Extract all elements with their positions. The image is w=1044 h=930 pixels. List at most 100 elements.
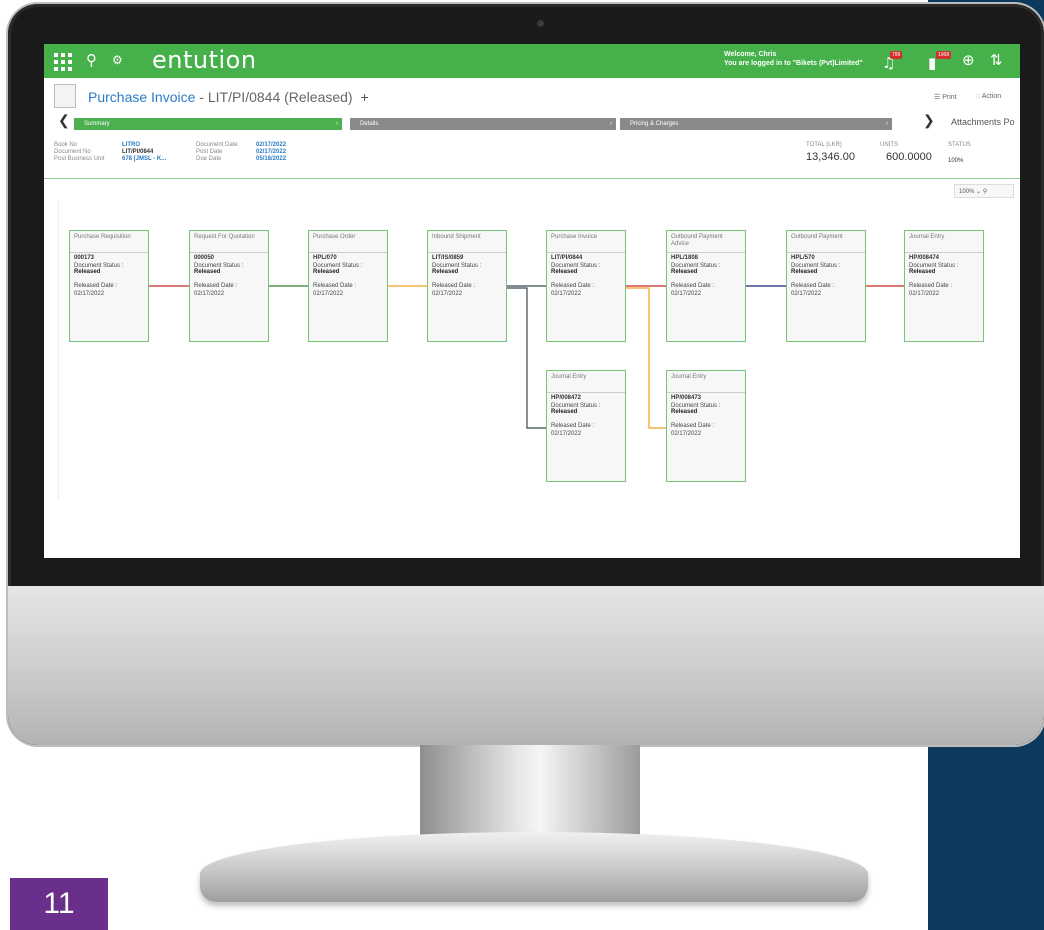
search-icon[interactable]: ⚲	[86, 51, 97, 69]
add-tab-button[interactable]: +	[360, 89, 368, 105]
link-pi-je	[626, 287, 666, 429]
documents-badge: 1068	[936, 51, 952, 59]
node-released-date: 02/17/2022	[909, 291, 940, 297]
welcome-text: Welcome, Chris You are logged in to "Bik…	[724, 50, 863, 68]
node-status-label: Document Status :	[74, 263, 124, 269]
node-title: Inbound Shipment	[428, 231, 506, 253]
node-outbound-payment[interactable]: Outbound Payment HPL/570 Document Status…	[786, 230, 866, 342]
total-label: TOTAL (LKR)	[806, 142, 842, 148]
app-grid-icon[interactable]	[54, 53, 72, 71]
action-button[interactable]: ◌ Action	[976, 93, 1001, 100]
post-date-label: Post Date	[196, 149, 223, 155]
node-request-for-quotation[interactable]: Request For Quotation 000050 Document St…	[189, 230, 269, 342]
node-released-date: 02/17/2022	[551, 291, 582, 297]
node-released-label: Released Date :	[551, 283, 595, 289]
node-released-label: Released Date :	[74, 283, 118, 289]
book-no-value: LITRO	[122, 142, 140, 148]
step-summary[interactable]: Summary ›	[74, 118, 342, 130]
step-pricing[interactable]: Pricing & Charges ›	[620, 118, 892, 130]
node-purchase-requisition[interactable]: Purchase Requisition 000173 Document Sta…	[69, 230, 149, 342]
node-released-date: 02/17/2022	[551, 431, 582, 437]
node-purchase-invoice[interactable]: Purchase Invoice LIT/PI/0844 Document St…	[546, 230, 626, 342]
node-number: HP/008474	[909, 255, 940, 261]
welcome-name: Welcome, Chris	[724, 51, 777, 58]
node-title: Journal Entry	[667, 371, 745, 393]
link-is-je	[507, 287, 546, 429]
entution-logo: entution	[152, 46, 257, 74]
node-title: Purchase Invoice	[547, 231, 625, 253]
node-title: Request For Quotation	[190, 231, 268, 253]
node-title: Purchase Order	[309, 231, 387, 253]
node-status-label: Document Status :	[194, 263, 244, 269]
help-icon[interactable]: ⊕	[962, 51, 975, 69]
step-navigation: ❮ Summary › Details › Pricing & Charges …	[44, 112, 1020, 130]
next-arrow-icon[interactable]: ❯	[923, 112, 935, 129]
node-purchase-order[interactable]: Purchase Order HPL/070 Document Status :…	[308, 230, 388, 342]
top-bar: ⚲ ⚙ entution Welcome, Chris You are logg…	[44, 44, 1020, 78]
page-title-type: Purchase Invoice	[88, 89, 196, 105]
node-journal-entry-3[interactable]: Journal Entry HP/008473 Document Status …	[666, 370, 746, 482]
doc-date-label: Document Date	[196, 142, 238, 148]
doc-date-value: 02/17/2022	[256, 142, 287, 148]
prev-arrow-icon[interactable]: ❮	[58, 112, 70, 129]
node-number: 000173	[74, 255, 95, 261]
step-details[interactable]: Details ›	[350, 118, 616, 130]
node-released-date: 02/17/2022	[791, 291, 822, 297]
documents-button[interactable]: ▮ 1068	[928, 51, 952, 72]
total-value: 13,346.00	[806, 151, 855, 163]
node-status-label: Document Status :	[313, 263, 363, 269]
node-number: LIT/IS/0859	[432, 255, 464, 261]
logged-in-company: You are logged in to "Bikets (Pvt)Limite…	[724, 60, 863, 67]
node-inbound-shipment[interactable]: Inbound Shipment LIT/IS/0859 Document St…	[427, 230, 507, 342]
zoom-select[interactable]: 100% ⌄ ⚲	[954, 184, 1014, 198]
monitor-stand-base	[200, 832, 868, 902]
node-title: Outbound Payment	[787, 231, 865, 253]
node-status-label: Document Status :	[551, 263, 601, 269]
step-pricing-label: Pricing & Charges	[630, 121, 679, 127]
node-title: Journal Entry	[547, 371, 625, 393]
node-number: HPL/070	[313, 255, 337, 261]
node-released-label: Released Date :	[671, 283, 715, 289]
invoice-doc-icon	[54, 84, 76, 108]
node-released-label: Released Date :	[909, 283, 953, 289]
print-icon: ☰	[934, 94, 943, 101]
node-released-label: Released Date :	[791, 283, 835, 289]
node-released-label: Released Date :	[313, 283, 357, 289]
step-details-label: Details	[360, 121, 379, 127]
node-released-date: 02/17/2022	[194, 291, 225, 297]
node-journal-entry-2[interactable]: Journal Entry HP/008472 Document Status …	[546, 370, 626, 482]
node-released-date: 02/17/2022	[313, 291, 344, 297]
due-date-label: Due Date	[196, 156, 222, 162]
node-journal-entry[interactable]: Journal Entry HP/008474 Document Status …	[904, 230, 984, 342]
units-label: UNITS	[880, 142, 898, 148]
camera-dot	[537, 20, 544, 27]
workflow-canvas: Purchase Requisition 000173 Document Sta…	[58, 200, 1019, 500]
post-date-value: 02/17/2022	[256, 149, 287, 155]
node-released-date: 02/17/2022	[671, 431, 702, 437]
node-title: Outbound Payment Advice	[667, 231, 745, 253]
notifications-button[interactable]: ♫ 799	[882, 51, 903, 72]
print-button[interactable]: ☰ Print	[934, 93, 957, 101]
print-label: Print	[942, 94, 957, 101]
step-summary-label: Summary	[84, 121, 110, 127]
user-menu-icon[interactable]: ⇅	[990, 51, 1003, 69]
chevron-right-icon: ›	[886, 121, 888, 127]
page-title: Purchase Invoice - LIT/PI/0844 (Released…	[88, 89, 369, 105]
status-label: STATUS	[948, 142, 971, 148]
due-date-value: 05/18/2022	[256, 156, 287, 162]
attachments-tab[interactable]: Attachments Po	[951, 117, 1015, 127]
node-released-date: 02/17/2022	[74, 291, 105, 297]
chevron-right-icon: ›	[610, 121, 612, 127]
settings-icon[interactable]: ⚙	[112, 53, 123, 67]
node-released-label: Released Date :	[551, 423, 595, 429]
node-status-label: Document Status :	[551, 403, 601, 409]
node-outbound-payment-advice[interactable]: Outbound Payment Advice HPL/1808 Documen…	[666, 230, 746, 342]
node-title: Journal Entry	[905, 231, 983, 253]
node-released-date: 02/17/2022	[671, 291, 702, 297]
node-released-label: Released Date :	[432, 283, 476, 289]
node-number: HP/008472	[551, 395, 582, 401]
chevron-down-icon: ⌄	[976, 189, 982, 195]
zoom-value: 100%	[959, 189, 975, 195]
notification-badge: 799	[890, 51, 903, 59]
node-number: HPL/570	[791, 255, 815, 261]
